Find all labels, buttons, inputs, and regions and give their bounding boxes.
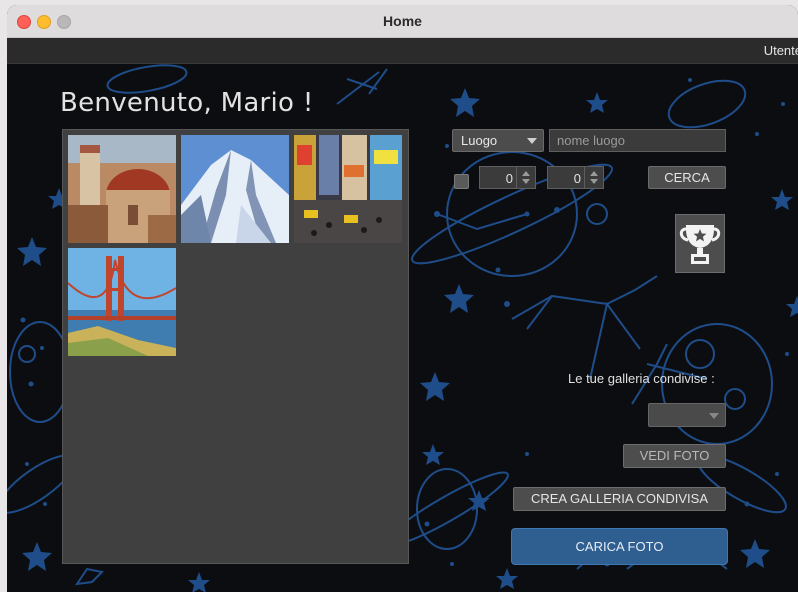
upload-photo-button[interactable]: CARICA FOTO xyxy=(511,528,728,565)
search-type-value: Luogo xyxy=(461,133,498,148)
chevron-down-icon xyxy=(709,413,719,419)
spinner-2-value: 0 xyxy=(573,171,581,186)
photo-gallery[interactable] xyxy=(62,129,409,564)
title-bar: Home xyxy=(7,5,798,38)
trophy-icon xyxy=(679,225,721,264)
place-name-input[interactable] xyxy=(549,129,726,152)
number-spinner-1[interactable]: 0 xyxy=(479,166,536,189)
trophy-button[interactable] xyxy=(675,214,725,273)
window-title: Home xyxy=(383,13,422,29)
florence-cathedral-photo[interactable] xyxy=(68,135,176,243)
number-spinner-2[interactable]: 0 xyxy=(547,166,604,189)
chevron-down-icon xyxy=(527,138,537,144)
increment-icon[interactable] xyxy=(522,171,530,176)
increment-icon[interactable] xyxy=(590,171,598,176)
view-photos-button[interactable]: VEDI FOTO xyxy=(623,444,726,468)
decrement-icon[interactable] xyxy=(522,179,530,184)
create-shared-gallery-button[interactable]: CREA GALLERIA CONDIVISA xyxy=(513,487,726,511)
spinner-1-buttons[interactable] xyxy=(516,167,535,188)
times-square-photo[interactable] xyxy=(294,135,402,243)
shared-galleries-label: Le tue galleria condivise : xyxy=(568,371,715,386)
spinner-1-value: 0 xyxy=(505,171,513,186)
menu-bar: Utente xyxy=(7,38,798,64)
snowy-mountain-photo[interactable] xyxy=(181,135,289,243)
search-type-select[interactable]: Luogo xyxy=(452,129,544,152)
main-content: Benvenuto, Mario ! Luogo nome luogo 0 0 … xyxy=(7,64,798,592)
golden-gate-bridge-photo[interactable] xyxy=(68,248,176,356)
welcome-heading: Benvenuto, Mario ! xyxy=(60,88,314,118)
user-menu[interactable]: Utente xyxy=(764,43,798,58)
filter-checkbox[interactable] xyxy=(454,174,469,189)
shared-gallery-select[interactable] xyxy=(648,403,726,427)
app-window: Home Utente xyxy=(7,5,798,592)
decrement-icon[interactable] xyxy=(590,179,598,184)
search-button[interactable]: CERCA xyxy=(648,166,726,189)
spinner-2-buttons[interactable] xyxy=(584,167,603,188)
